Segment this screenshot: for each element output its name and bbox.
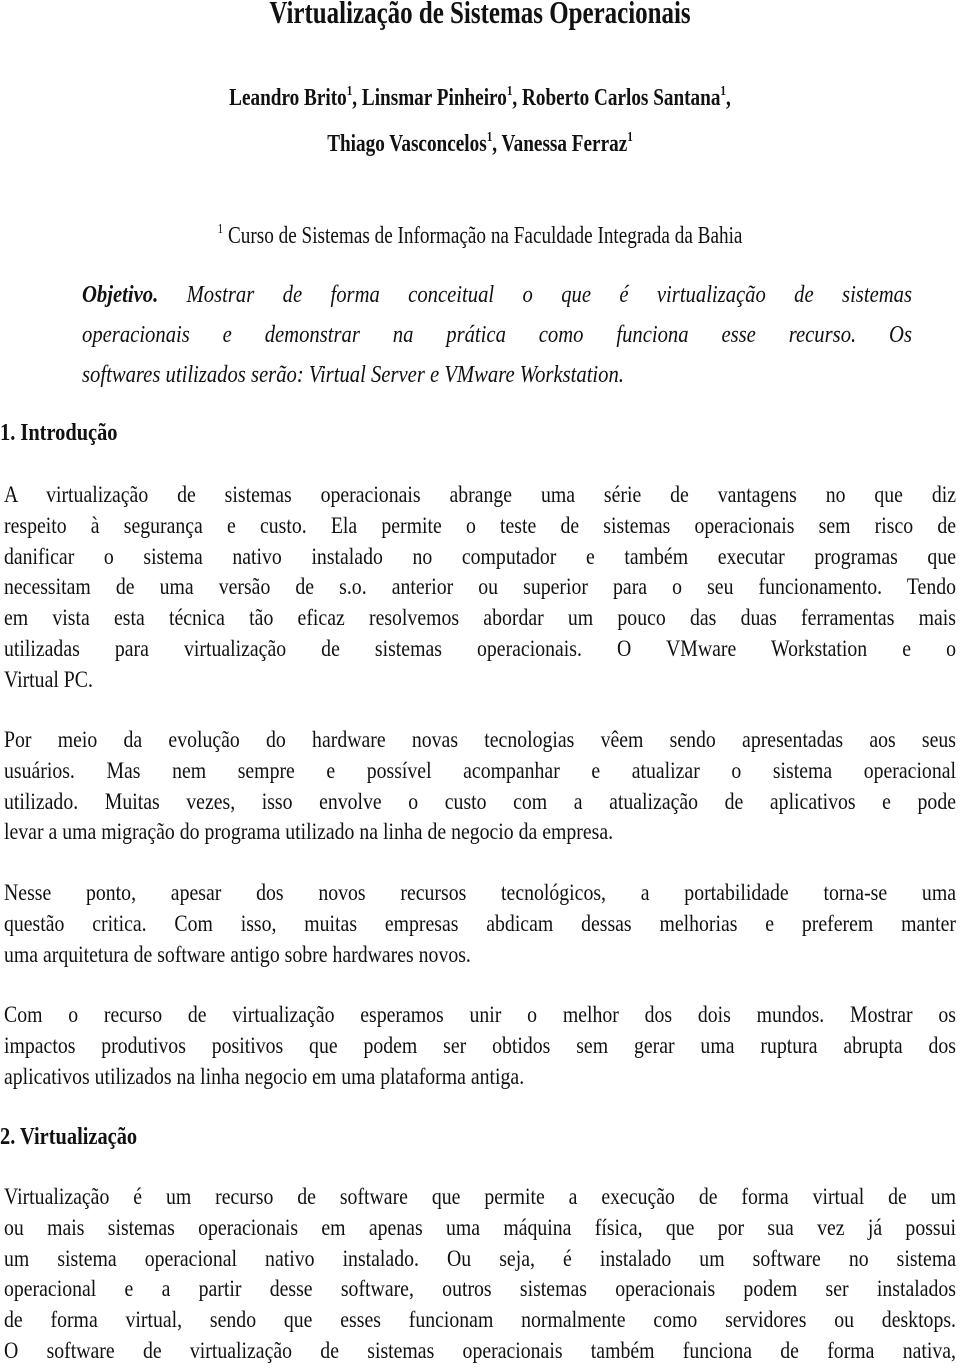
text-line: Por meio da evolução do hardware novas t… <box>4 727 956 753</box>
paragraph-text: respeito à segurança e custo. Ela permit… <box>4 513 956 538</box>
paragraph-text: questão critica. Com isso, muitas empres… <box>4 911 956 936</box>
paper-title: Virtualização de Sistemas Operacionais <box>269 0 691 30</box>
text-line: Virtualização é um recurso de software q… <box>4 1184 956 1210</box>
author-name: Roberto Carlos Santana <box>522 85 721 111</box>
text-line: danificar o sistema nativo instalado no … <box>4 544 956 570</box>
authors-line-1: Leandro Brito1, Linsmar Pinheiro1, Rober… <box>96 84 864 112</box>
paragraph-text: danificar o sistema nativo instalado no … <box>4 544 956 569</box>
author-sep: , <box>726 85 731 111</box>
author-name: Linsmar Pinheiro <box>361 85 507 111</box>
text-line: necessitam de uma versão de s.o. anterio… <box>4 574 956 600</box>
author-affil-sup: 1 <box>627 130 633 145</box>
author-sep: , <box>512 85 523 111</box>
objective-text: operacionais e demonstrar na prática com… <box>82 322 912 348</box>
text-line: questão critica. Com isso, muitas empres… <box>4 911 956 937</box>
paragraph-text: necessitam de uma versão de s.o. anterio… <box>4 574 956 599</box>
text-line: em vista esta técnica tão eficaz resolve… <box>4 605 956 631</box>
authors-line-2: Thiago Vasconcelos1, Vanessa Ferraz1 <box>96 130 864 158</box>
text-line: softwares utilizados serão: Virtual Serv… <box>82 362 912 389</box>
author-sep: , <box>352 85 362 111</box>
affiliation: 1 Curso de Sistemas de Informação na Fac… <box>96 222 864 250</box>
objective-text: softwares utilizados serão: Virtual Serv… <box>82 362 624 388</box>
text-line: de forma virtual, sendo que esses funcio… <box>4 1307 956 1333</box>
paragraph-text: aplicativos utilizados na linha negocio … <box>4 1064 525 1089</box>
paragraph-text: impactos produtivos positivos que podem … <box>4 1033 956 1058</box>
text-line: Com o recurso de virtualização esperamos… <box>4 1002 956 1028</box>
text-line: ou mais sistemas operacionais em apenas … <box>4 1215 956 1241</box>
paragraph-text: utilizadas para virtualização de sistema… <box>4 636 956 661</box>
text-line: usuários. Mas nem sempre e possível acom… <box>4 758 956 784</box>
text-line: operacional e a partir desse software, o… <box>4 1276 956 1302</box>
paragraph-text: A virtualização de sistemas operacionais… <box>4 482 956 507</box>
paragraph-text: uma arquitetura de software antigo sobre… <box>4 942 471 967</box>
objective-text: Mostrar de forma conceitual o que é virt… <box>158 282 912 308</box>
affiliation-text: Curso de Sistemas de Informação na Facul… <box>223 223 743 249</box>
text-line: Virtual PC. <box>4 667 956 693</box>
paragraph-text: operacional e a partir desse software, o… <box>4 1276 956 1301</box>
author-name: Thiago Vasconcelos <box>327 131 487 157</box>
text-line: O software de virtualização de sistemas … <box>4 1338 956 1364</box>
text-line: utilizado. Muitas vezes, isso envolve o … <box>4 789 956 815</box>
author-name: Leandro Brito <box>229 85 347 111</box>
text-line: operacionais e demonstrar na prática com… <box>82 322 912 349</box>
paragraph-text: em vista esta técnica tão eficaz resolve… <box>4 605 956 630</box>
paragraph-text: Virtual PC. <box>4 667 93 692</box>
author-sep: , <box>492 131 502 157</box>
text-line: utilizadas para virtualização de sistema… <box>4 636 956 662</box>
paragraph-text: O software de virtualização de sistemas … <box>4 1338 956 1363</box>
paragraph-text: ou mais sistemas operacionais em apenas … <box>4 1215 956 1240</box>
paragraph-text: usuários. Mas nem sempre e possível acom… <box>4 758 956 783</box>
paragraph-text: levar a uma migração do programa utiliza… <box>4 819 614 844</box>
paragraph-text: de forma virtual, sendo que esses funcio… <box>4 1307 956 1332</box>
text-line: impactos produtivos positivos que podem … <box>4 1033 956 1059</box>
author-name: Vanessa Ferraz <box>501 131 628 157</box>
paragraph-text: Por meio da evolução do hardware novas t… <box>4 727 956 752</box>
section-heading: 2. Virtualização <box>0 1124 138 1150</box>
objective-label: Objetivo. <box>82 282 159 308</box>
paragraph-text: um sistema operacional nativo instalado.… <box>4 1246 956 1271</box>
paragraph-text: Com o recurso de virtualização esperamos… <box>4 1002 956 1027</box>
paragraph-text: Nesse ponto, apesar dos novos recursos t… <box>4 880 956 905</box>
text-line: Objetivo. Mostrar de forma conceitual o … <box>82 282 912 309</box>
paragraph-text: Virtualização é um recurso de software q… <box>4 1184 956 1209</box>
text-line: respeito à segurança e custo. Ela permit… <box>4 513 956 539</box>
text-line: um sistema operacional nativo instalado.… <box>4 1246 956 1272</box>
paragraph-text: utilizado. Muitas vezes, isso envolve o … <box>4 789 956 814</box>
text-line: uma arquitetura de software antigo sobre… <box>4 942 956 968</box>
section-heading: 1. Introdução <box>0 420 118 446</box>
text-line: levar a uma migração do programa utiliza… <box>4 819 956 845</box>
text-line: A virtualização de sistemas operacionais… <box>4 482 956 508</box>
text-line: Nesse ponto, apesar dos novos recursos t… <box>4 880 956 906</box>
text-line: aplicativos utilizados na linha negocio … <box>4 1064 956 1090</box>
